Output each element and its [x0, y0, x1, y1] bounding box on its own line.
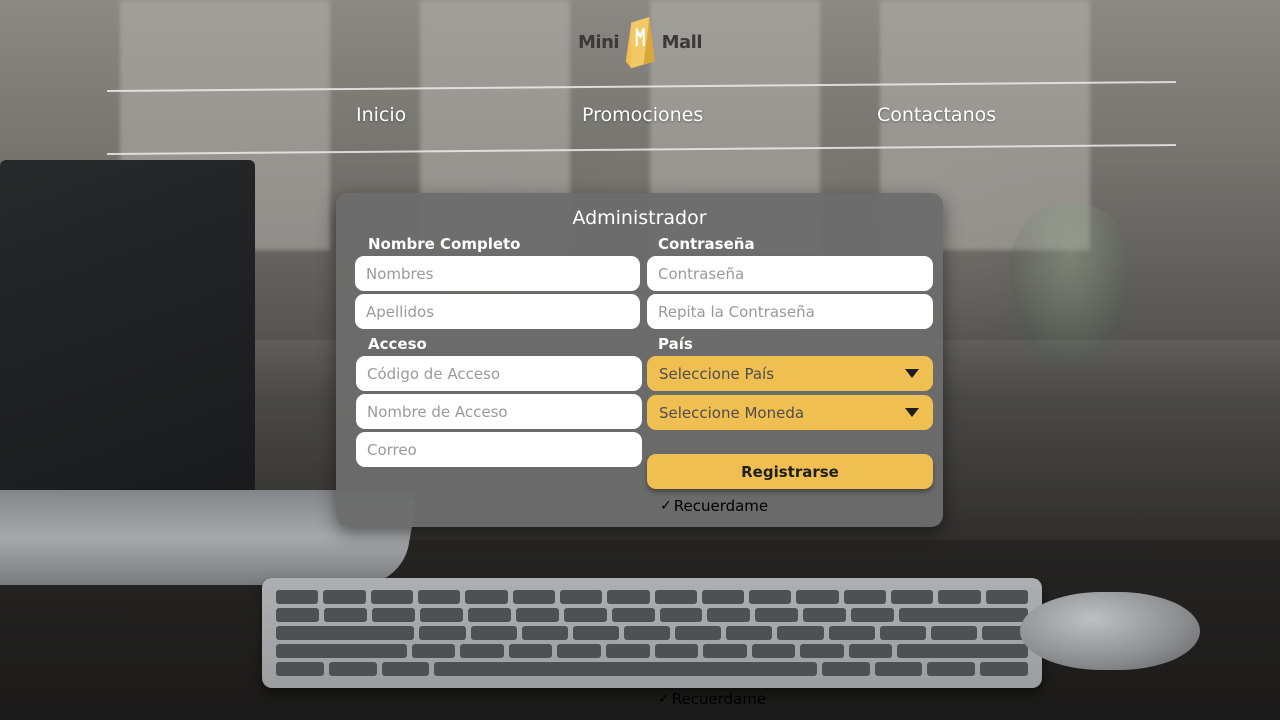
full-name-label: Nombre Completo	[368, 235, 521, 253]
last-names-input[interactable]	[355, 294, 640, 329]
currency-select[interactable]: Seleccione Moneda	[647, 395, 933, 430]
register-button[interactable]: Registrarse	[647, 454, 933, 489]
access-label: Acceso	[368, 335, 427, 353]
country-label: País	[658, 335, 693, 353]
admin-registration-panel: Administrador Nombre Completo Acceso Con…	[336, 193, 943, 527]
remember-me-checkbox[interactable]: ✓ Recuerdame	[660, 497, 768, 515]
remember-me-label: Recuerdame	[673, 497, 769, 515]
email-input[interactable]	[356, 432, 642, 467]
access-name-input[interactable]	[356, 394, 642, 429]
brand-logo[interactable]: Mini Mall	[578, 4, 703, 80]
access-code-input[interactable]	[356, 356, 642, 391]
nav-item-promociones[interactable]: Promociones	[582, 104, 703, 126]
brand-left-word: Mini	[578, 31, 620, 53]
panel-title: Administrador	[572, 207, 707, 229]
footer-remember-me-checkbox[interactable]: ✓ Recuerdame	[658, 690, 766, 708]
password-input[interactable]	[647, 256, 933, 291]
caret-down-icon	[905, 408, 919, 417]
first-names-input[interactable]	[355, 256, 640, 291]
checkmark-icon: ✓	[660, 498, 672, 514]
building-logo-icon	[625, 17, 655, 69]
country-select-value: Seleccione País	[659, 364, 775, 383]
currency-select-value: Seleccione Moneda	[659, 403, 805, 422]
password-label: Contraseña	[658, 235, 755, 253]
nav-item-contactanos[interactable]: Contactanos	[877, 104, 996, 126]
nav-item-inicio[interactable]: Inicio	[356, 104, 406, 126]
brand-right-word: Mall	[661, 31, 703, 53]
footer-remember-me-label: Recuerdame	[671, 690, 767, 708]
checkmark-icon: ✓	[658, 691, 670, 707]
country-select[interactable]: Seleccione País	[647, 356, 933, 391]
caret-down-icon	[905, 369, 919, 378]
repeat-password-input[interactable]	[647, 294, 933, 329]
